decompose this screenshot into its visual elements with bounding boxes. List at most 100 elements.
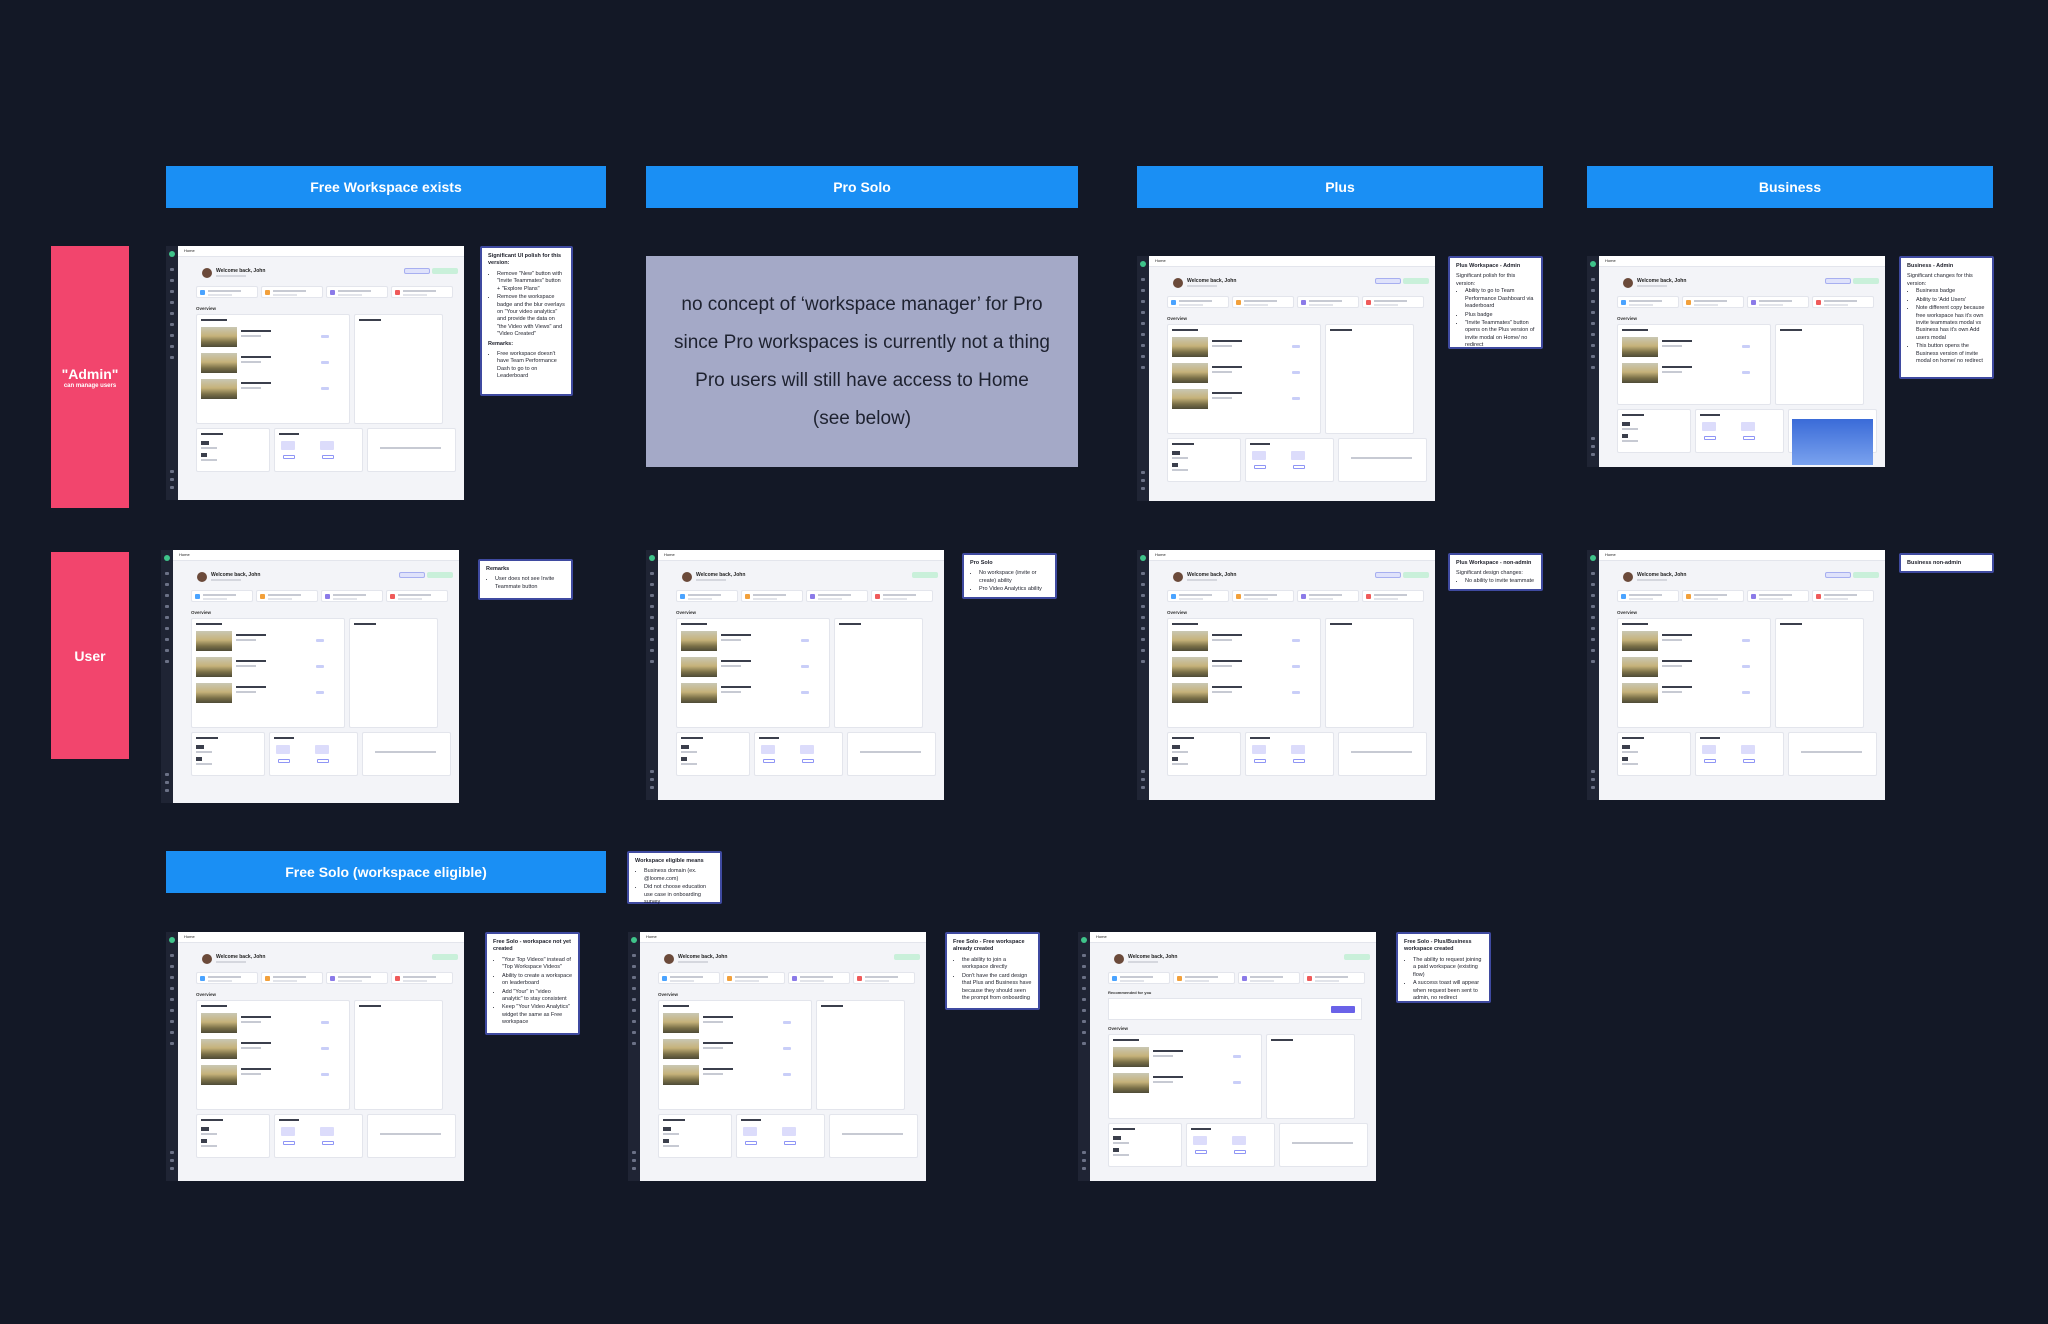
marketing-panel <box>362 732 451 776</box>
quick-action-card <box>1362 590 1424 602</box>
nav-icon <box>1141 289 1145 292</box>
nav-icon <box>1591 778 1595 781</box>
resource-button <box>321 1141 334 1145</box>
nav-icon <box>1141 333 1145 336</box>
stat-value <box>663 1127 671 1131</box>
stat-label <box>201 459 217 461</box>
top-videos-title <box>196 623 222 625</box>
quick-action-title <box>203 594 236 596</box>
welcome-sub <box>678 961 708 963</box>
quick-action-icon <box>875 594 880 599</box>
resource-icon <box>799 745 814 754</box>
video-title <box>721 686 751 688</box>
resource-button <box>316 759 329 763</box>
stat-value <box>196 745 204 749</box>
stat-label <box>663 1133 679 1135</box>
resource-icon <box>276 745 290 754</box>
quick-action-title <box>1120 976 1153 978</box>
top-videos-title <box>201 319 227 321</box>
avatar <box>1173 278 1183 288</box>
avatar <box>1114 954 1124 964</box>
quick-action-desc <box>800 980 824 982</box>
quick-action-card <box>326 972 388 984</box>
nav-icon <box>650 627 654 630</box>
quick-action-card <box>1167 590 1229 602</box>
mockup-pro-user: Home Welcome back, John Overview <box>646 550 944 800</box>
nav-icon <box>1141 638 1145 641</box>
quick-action-title <box>1759 594 1792 596</box>
leaderboard-panel <box>1775 618 1864 728</box>
leaderboard-row <box>1782 655 1859 663</box>
marketing-text <box>380 1133 441 1135</box>
quick-action-card <box>871 590 933 602</box>
explore-plans-button <box>427 572 453 578</box>
quick-action-title <box>1179 300 1212 302</box>
note-list: Remove "New" button with "Invite Teammat… <box>488 271 565 339</box>
quick-action-card <box>326 286 388 298</box>
video-tag <box>321 1047 329 1050</box>
quick-action-card <box>321 590 383 602</box>
leaderboard-row <box>823 1037 900 1045</box>
quick-action-icon <box>1301 300 1306 305</box>
note-list-item: No workspace (invite or create) ability <box>979 570 1049 585</box>
nav-icon <box>170 987 174 990</box>
quick-action-desc <box>273 294 297 296</box>
video-meta <box>703 1021 723 1023</box>
marketing-panel <box>1338 438 1427 482</box>
nav-icon <box>1141 479 1145 482</box>
resource-button <box>801 759 814 763</box>
video-thumbnail <box>1622 363 1658 383</box>
nav-icon <box>650 594 654 597</box>
resource-icon <box>1740 422 1755 431</box>
note-list-item: Don't have the card design that Plus and… <box>962 973 1032 1003</box>
quick-action-card <box>391 972 453 984</box>
nav-icon <box>1591 572 1595 575</box>
quick-action-card <box>256 590 318 602</box>
note-pro-user: Pro Solo No workspace (invite or create)… <box>962 553 1057 599</box>
nav-icon <box>650 616 654 619</box>
video-tag <box>1292 345 1300 348</box>
explore-plans-button <box>432 954 458 960</box>
video-meta <box>721 665 741 667</box>
video-tag <box>783 1021 791 1024</box>
marketing-text <box>842 1133 903 1135</box>
resource-icon <box>281 1127 295 1136</box>
nav-icon <box>650 605 654 608</box>
leaderboard-row <box>1332 337 1409 345</box>
nav-icon <box>170 998 174 1001</box>
quick-action-card <box>1108 972 1170 984</box>
quick-action-desc <box>865 980 889 982</box>
video-thumbnail <box>681 631 717 651</box>
quick-action-icon <box>1177 976 1182 981</box>
nav-icon <box>170 301 174 304</box>
leaderboard-row <box>361 351 438 359</box>
quick-action-desc <box>1694 304 1718 306</box>
resource-button <box>1292 759 1305 763</box>
nav-icon <box>1082 987 1086 990</box>
note-remarks-title: Remarks: <box>488 340 514 347</box>
resource-icon <box>319 1127 334 1136</box>
analytics-title <box>1622 737 1644 739</box>
column-header-free-solo: Free Solo (workspace eligible) <box>166 851 606 893</box>
leaderboard-row <box>1782 349 1859 357</box>
nav-icon <box>1141 660 1145 663</box>
nav-icon <box>1591 638 1595 641</box>
note-title: Significant UI polish for this version: <box>488 253 562 267</box>
video-thumbnail <box>201 1013 237 1033</box>
nav-icon <box>1591 770 1595 773</box>
video-analytics-panel <box>1108 1123 1182 1167</box>
quick-action-icon <box>265 290 270 295</box>
quick-action-title <box>403 976 436 978</box>
note-list-item: Free workspace doesn't have Team Perform… <box>497 351 565 381</box>
quick-action-title <box>1244 300 1277 302</box>
resource-button <box>1233 1150 1246 1154</box>
quick-action-icon <box>200 976 205 981</box>
video-thumbnail <box>663 1065 699 1085</box>
note-title: Business non-admin <box>1907 560 1962 566</box>
note-title: Free Solo - Plus/Business workspace crea… <box>1404 939 1472 953</box>
badge <box>1825 278 1851 284</box>
nav-icon <box>650 778 654 781</box>
quick-action-card <box>261 972 323 984</box>
logo-icon <box>1081 937 1087 943</box>
resource-hub-panel <box>1186 1123 1275 1167</box>
